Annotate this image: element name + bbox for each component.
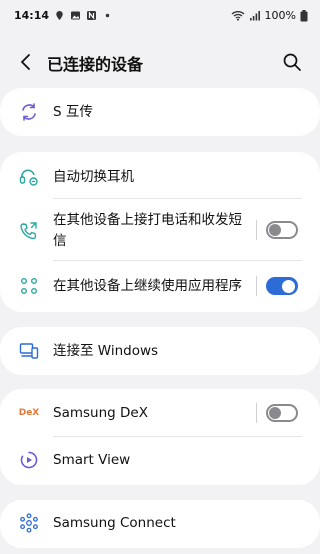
list-item-continue-apps[interactable]: 在其他设备上继续使用应用程序 [0,262,320,310]
status-right: 100% [231,9,308,22]
wifi-icon [231,10,245,21]
vertical-divider [256,403,257,423]
vertical-divider [256,276,257,296]
list-item-label: S 互传 [53,104,93,120]
smart-view-icon [18,449,40,471]
app-header: 已连接的设备 [0,40,320,84]
link-to-windows-icon [18,340,40,362]
toggle-knob [269,407,281,419]
continue-apps-icon [18,275,40,297]
continue-apps-toggle[interactable] [266,277,298,295]
card-samsung-connect: Samsung Connect [0,500,320,548]
list-item-label-line2: 信 [53,233,67,249]
search-button[interactable] [280,50,304,74]
list-item-link-to-windows[interactable]: 连接至 Windows [0,327,320,375]
samsung-connect-icon [18,512,40,534]
battery-percent: 100% [264,8,296,22]
back-button[interactable] [14,50,38,74]
divider [53,198,302,199]
list-item-samsung-dex[interactable]: DeX Samsung DeX [0,389,320,437]
list-item-label: Samsung Connect [53,515,176,531]
list-item-label: Samsung DeX [53,405,148,421]
list-item-label-line1: 在其他设备上接打电话和收发短 [53,212,242,228]
list-item-samsung-connect[interactable]: Samsung Connect [0,500,320,548]
quick-share-icon [18,101,40,123]
calls-texts-toggle[interactable] [266,221,298,239]
list-item-auto-switch-earbuds[interactable]: 自动切换耳机 [0,152,320,200]
earbuds-switch-icon [18,166,40,188]
list-item-label: 在其他设备上继续使用应用程序 [53,278,242,294]
list-item-label: 连接至 Windows [53,343,159,359]
list-item-label: Smart View [53,452,131,468]
card-dex-smart-view: DeX Samsung DeX Smart View [0,389,320,485]
battery-icon [300,9,308,21]
toggle-knob [269,224,281,236]
list-item-quick-share[interactable]: S 互传 [0,88,320,136]
status-time: 14:14 [14,8,50,22]
list-item-label: 自动切换耳机 [53,169,134,185]
divider [53,260,302,261]
search-icon [283,53,301,71]
list-item-smart-view[interactable]: Smart View [0,437,320,483]
more-notifications-dot-icon [102,10,113,21]
card-cross-device: 自动切换耳机 在其他设备上接打电话和收发短 信 在其他设备上继续使用应用程序 [0,152,320,312]
card-quick-share: S 互传 [0,88,320,136]
signal-icon [249,10,261,21]
phone-share-icon [18,220,40,242]
status-left: 14:14 [14,9,113,22]
page-title: 已连接的设备 [47,55,144,74]
status-bar: 14:14 100% [0,0,320,30]
vertical-divider [256,220,257,240]
samsung-dex-toggle[interactable] [266,404,298,422]
chevron-left-icon [21,54,30,70]
gallery-notification-icon [70,10,81,21]
toggle-knob [282,280,295,293]
list-item-calls-texts[interactable]: 在其他设备上接打电话和收发短 信 [0,200,320,260]
card-link-to-windows: 连接至 Windows [0,327,320,375]
dex-logo-icon: DeX [18,402,40,424]
location-notification-icon [54,10,65,21]
dex-logo-text: DeX [18,408,40,418]
n-notification-icon [86,10,97,21]
